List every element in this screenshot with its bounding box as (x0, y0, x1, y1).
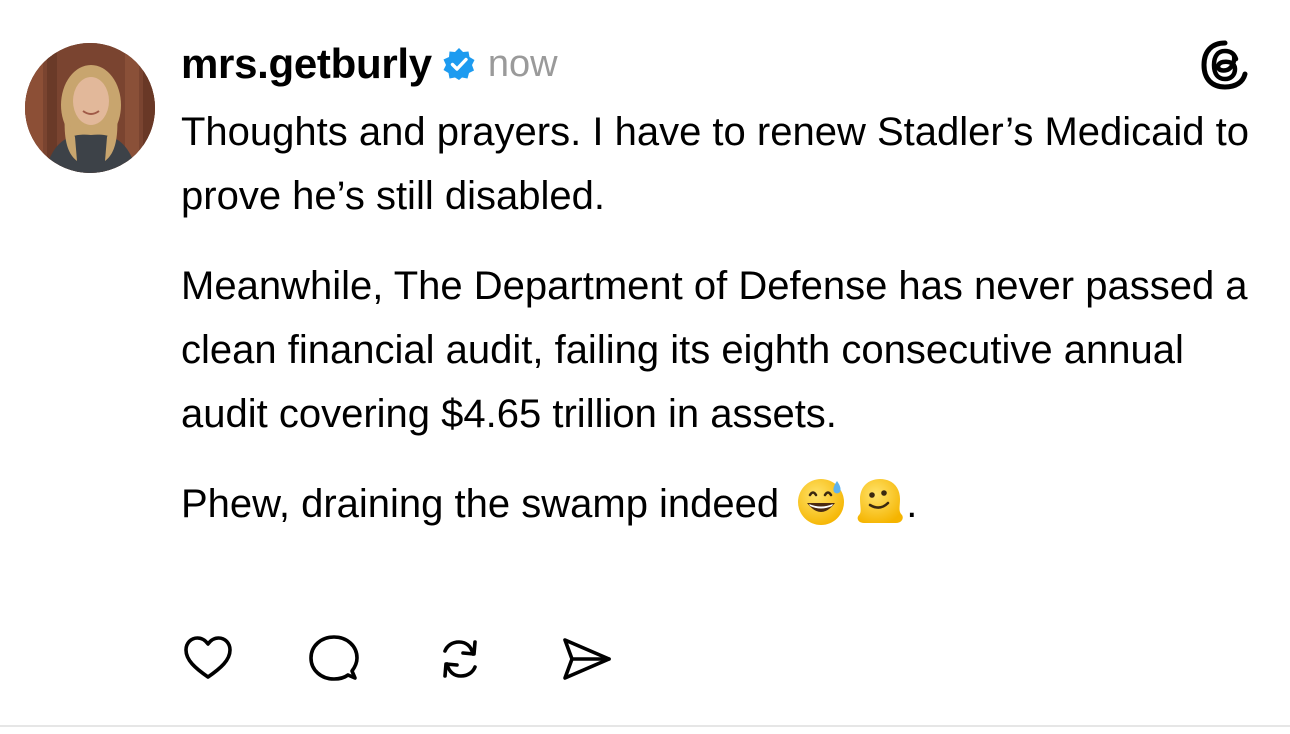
like-heart-icon (184, 636, 232, 679)
share-button[interactable] (559, 632, 613, 686)
threads-post: mrs.getburly now Thoughts and prayers. I… (0, 0, 1290, 726)
comment-button[interactable] (307, 632, 361, 686)
final-punctuation: . (906, 482, 918, 526)
post-paragraph-3: Phew, draining the swamp indeed . (181, 472, 1251, 536)
threads-logo-icon[interactable] (1200, 40, 1250, 90)
post-paragraph-3-text: Phew, draining the swamp indeed (181, 482, 780, 526)
post-paragraph-1: Thoughts and prayers. I have to renew St… (181, 110, 1250, 218)
post-timestamp: now (487, 42, 558, 85)
post-divider (0, 725, 1290, 727)
share-send-icon (563, 638, 611, 680)
repost-icon (443, 640, 477, 678)
repost-button[interactable] (433, 632, 487, 686)
post-header: mrs.getburly now (181, 38, 558, 90)
like-button[interactable] (181, 632, 235, 686)
melting-face-emoji (854, 475, 906, 527)
post-paragraph-2: Meanwhile, The Department of Defense has… (181, 264, 1248, 436)
avatar-image (25, 43, 155, 173)
grinning-face-with-sweat-emoji (796, 475, 848, 527)
comment-bubble-icon (309, 635, 359, 681)
avatar[interactable] (25, 43, 155, 173)
post-actions (181, 632, 685, 686)
verified-badge-icon (442, 47, 476, 81)
post-body: Thoughts and prayers. I have to renew St… (181, 100, 1251, 562)
username[interactable]: mrs.getburly (181, 40, 432, 88)
